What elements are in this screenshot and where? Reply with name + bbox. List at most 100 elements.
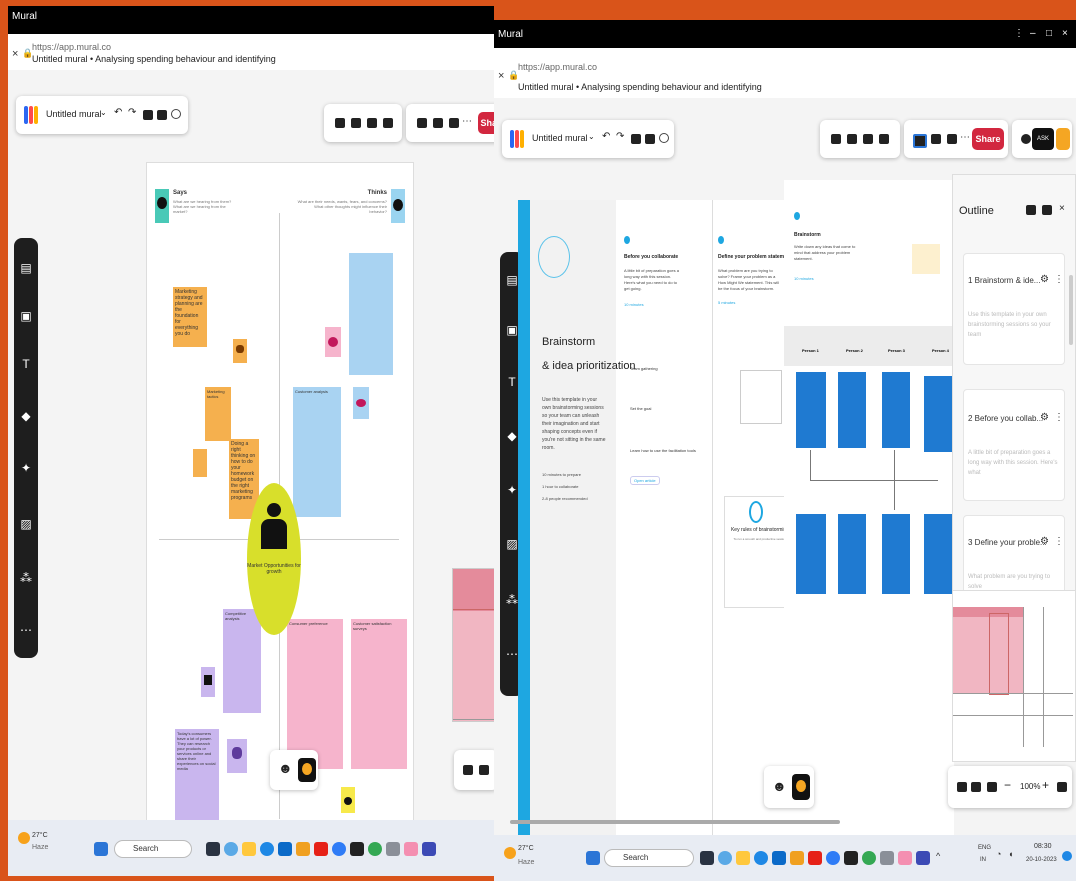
- settings-icon[interactable]: [880, 851, 894, 865]
- tray-chevron-icon[interactable]: ^: [936, 851, 940, 861]
- minimize-icon[interactable]: –: [1030, 28, 1036, 39]
- app2-icon[interactable]: [404, 842, 418, 856]
- zoom-out-icon[interactable]: −: [1004, 778, 1011, 792]
- outline-item-kebab-icon[interactable]: ⋮: [1054, 412, 1064, 423]
- url-text[interactable]: https://app.mural.co: [518, 62, 597, 72]
- browser-icon[interactable]: [826, 851, 840, 865]
- more-tools-icon[interactable]: ⋯: [20, 624, 32, 636]
- timer-icon[interactable]: [335, 118, 345, 128]
- diagram-icon[interactable]: ⁂: [20, 572, 32, 584]
- icons-icon[interactable]: ✦: [506, 484, 518, 496]
- brainstorm-link[interactable]: 10 minutes: [794, 276, 814, 281]
- clock-date[interactable]: 20-10-2023: [1026, 857, 1057, 863]
- taskbar-search-input[interactable]: Search: [114, 840, 192, 858]
- close-tab-icon[interactable]: ×: [498, 70, 504, 82]
- settings-icon[interactable]: [386, 842, 400, 856]
- mural-name[interactable]: Untitled mural: [46, 109, 102, 119]
- outline-icon[interactable]: [417, 118, 427, 128]
- tray-region[interactable]: IN: [980, 857, 986, 863]
- sticky-note-icon[interactable]: ▣: [506, 324, 518, 336]
- copilot-icon[interactable]: [718, 851, 732, 865]
- person-note[interactable]: [924, 514, 952, 594]
- close-tab-icon[interactable]: ×: [12, 48, 18, 60]
- edge-icon[interactable]: [754, 851, 768, 865]
- sticky-note[interactable]: Competitive analysis: [223, 609, 261, 713]
- share-button[interactable]: Share: [972, 128, 1004, 150]
- shapes-icon[interactable]: ◆: [506, 430, 518, 442]
- outline-item-1[interactable]: 1 Brainstorm & ide... ⚙ ⋮ Use this templ…: [963, 253, 1065, 365]
- app2-icon[interactable]: [898, 851, 912, 865]
- help-icon[interactable]: [1021, 134, 1031, 144]
- wifi-icon[interactable]: ◔: [996, 849, 1001, 859]
- comment-icon[interactable]: [433, 118, 443, 128]
- sticky-note[interactable]: Marketing strategy and planning are the …: [173, 287, 207, 347]
- select-icon[interactable]: [971, 782, 981, 792]
- edge-icon[interactable]: [260, 842, 274, 856]
- close-outline-icon[interactable]: ×: [1059, 203, 1065, 214]
- voting-icon[interactable]: [351, 118, 361, 128]
- canvas-scrollbar[interactable]: [510, 820, 840, 824]
- youtube-icon[interactable]: [808, 851, 822, 865]
- explorer-icon[interactable]: [242, 842, 256, 856]
- outline-download-icon[interactable]: [1042, 205, 1052, 215]
- maximize-icon[interactable]: □: [1046, 28, 1052, 39]
- start-icon[interactable]: [94, 842, 108, 856]
- sticky-note[interactable]: Today's consumers have a lot of power. T…: [175, 729, 219, 825]
- browser-icon[interactable]: [332, 842, 346, 856]
- outline-item-settings-icon[interactable]: ⚙: [1040, 274, 1049, 285]
- person-note[interactable]: [838, 514, 866, 594]
- map-icon[interactable]: [987, 782, 997, 792]
- person-note[interactable]: [796, 514, 826, 594]
- volume-icon[interactable]: ◖: [1008, 849, 1013, 859]
- copilot-icon[interactable]: [224, 842, 238, 856]
- store-icon[interactable]: [278, 842, 292, 856]
- clock-time[interactable]: 08:30: [1034, 843, 1052, 850]
- chevron-down-icon[interactable]: ⌄: [588, 132, 595, 141]
- files-icon[interactable]: [700, 851, 714, 865]
- image-icon[interactable]: ▨: [20, 518, 32, 530]
- select-icon[interactable]: [479, 765, 489, 775]
- url-text[interactable]: https://app.mural.co: [32, 42, 111, 52]
- fit-icon[interactable]: [1057, 782, 1067, 792]
- ask-button[interactable]: ASK: [1032, 128, 1054, 150]
- tray-lang[interactable]: ENG: [978, 845, 991, 851]
- chevron-down-icon[interactable]: ⌄: [100, 108, 107, 117]
- share-export-icon[interactable]: [143, 110, 153, 120]
- outline-item-3[interactable]: 3 Define your proble... ⚙ ⋮ What problem…: [963, 515, 1065, 597]
- notification-icon[interactable]: [1062, 851, 1072, 861]
- hand-icon[interactable]: [957, 782, 967, 792]
- frames-icon[interactable]: ▤: [506, 274, 518, 286]
- voting-icon[interactable]: [847, 134, 857, 144]
- sticky-note-icon[interactable]: ▣: [20, 310, 32, 322]
- more-tools-icon[interactable]: ⋯: [506, 648, 518, 660]
- undo-icon[interactable]: ↶: [114, 107, 122, 118]
- download-icon[interactable]: [645, 134, 655, 144]
- frames-icon[interactable]: ▤: [20, 262, 32, 274]
- person-note[interactable]: [796, 372, 826, 448]
- app-icon[interactable]: [790, 851, 804, 865]
- person-note[interactable]: [924, 376, 952, 452]
- sticky-note[interactable]: Customer analysis: [293, 387, 341, 517]
- hand-icon[interactable]: [463, 765, 473, 775]
- laser-icon[interactable]: [383, 118, 393, 128]
- sticky-note[interactable]: Marketing tactics: [205, 387, 231, 441]
- more-icon[interactable]: ⋯: [960, 132, 970, 143]
- zoom-level[interactable]: 100%: [1020, 782, 1040, 791]
- sticky-note[interactable]: Customer satisfaction surveys: [351, 619, 407, 769]
- shapes-icon[interactable]: ◆: [20, 410, 32, 422]
- explorer-icon[interactable]: [736, 851, 750, 865]
- col1-button[interactable]: Open article: [630, 476, 660, 485]
- outline-item-kebab-icon[interactable]: ⋮: [1054, 536, 1064, 547]
- notes-card[interactable]: [740, 370, 782, 424]
- outline-item-settings-icon[interactable]: ⚙: [1040, 412, 1049, 423]
- chrome-icon[interactable]: [862, 851, 876, 865]
- sticky-note[interactable]: [193, 449, 207, 477]
- icons-icon[interactable]: ✦: [20, 462, 32, 474]
- emoji-icon[interactable]: ☻: [772, 778, 787, 794]
- col1-link[interactable]: 10 minutes: [624, 302, 644, 307]
- person-note[interactable]: [882, 372, 910, 448]
- outline-item-settings-icon[interactable]: ⚙: [1040, 536, 1049, 547]
- col2-link[interactable]: 5 minutes: [718, 300, 735, 305]
- youtube-icon[interactable]: [314, 842, 328, 856]
- person-note[interactable]: [882, 514, 910, 594]
